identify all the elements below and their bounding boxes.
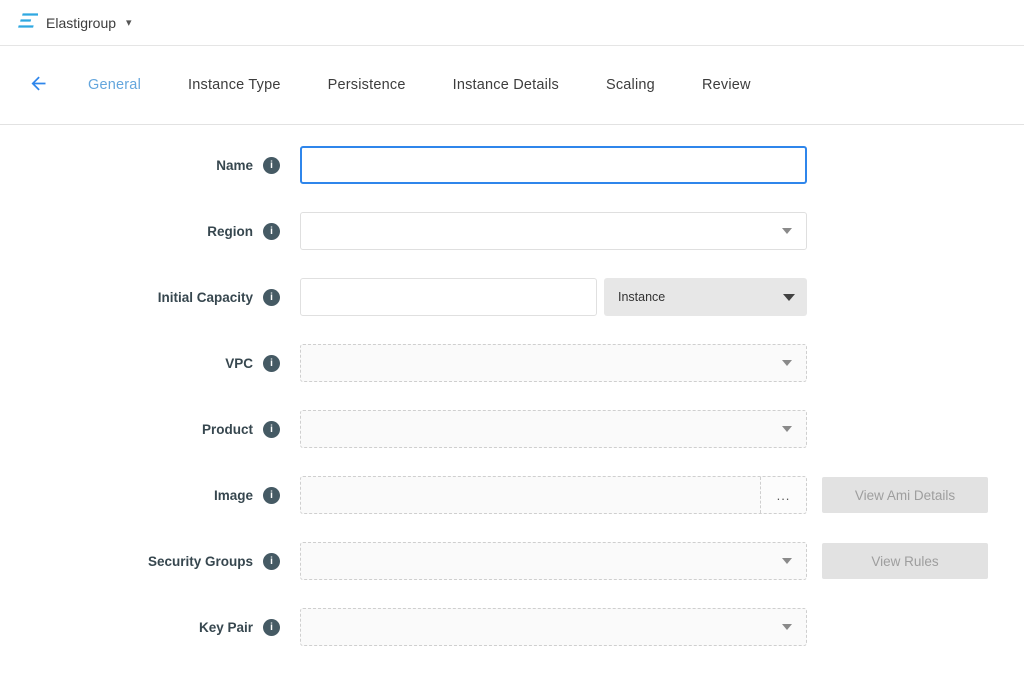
chevron-down-icon: ▾	[126, 16, 132, 29]
image-browse-button: ...	[760, 477, 806, 513]
elastigroup-logo-icon	[16, 12, 38, 34]
vpc-label: VPC	[225, 356, 253, 371]
image-label: Image	[214, 488, 253, 503]
info-icon[interactable]: i	[263, 619, 280, 636]
chevron-down-icon	[783, 294, 795, 301]
form-row-region: Region i	[0, 211, 1024, 251]
initial-capacity-input[interactable]	[300, 278, 597, 316]
form-row-security-groups: Security Groups i View Rules	[0, 541, 1024, 581]
info-icon[interactable]: i	[263, 355, 280, 372]
back-arrow-icon	[28, 73, 49, 97]
tab-scaling[interactable]: Scaling	[606, 77, 655, 93]
chevron-down-icon	[782, 360, 792, 366]
wizard-tabs: General Instance Type Persistence Instan…	[88, 77, 751, 93]
info-icon[interactable]: i	[263, 553, 280, 570]
chevron-down-icon	[782, 426, 792, 432]
info-icon[interactable]: i	[263, 421, 280, 438]
view-ami-details-button: View Ami Details	[822, 477, 988, 513]
capacity-unit-dropdown[interactable]: Instance	[604, 278, 807, 316]
form-row-name: Name i	[0, 145, 1024, 185]
key-pair-label: Key Pair	[199, 620, 253, 635]
info-icon[interactable]: i	[263, 157, 280, 174]
security-groups-dropdown	[300, 542, 807, 580]
general-form: Name i Region i Initial Capacity i Insta…	[0, 125, 1024, 647]
form-row-vpc: VPC i	[0, 343, 1024, 383]
app-switcher[interactable]: Elastigroup ▾	[16, 12, 132, 34]
vpc-dropdown	[300, 344, 807, 382]
tab-instance-details[interactable]: Instance Details	[453, 77, 559, 93]
app-header: Elastigroup ▾	[0, 0, 1024, 46]
chevron-down-icon	[782, 558, 792, 564]
region-dropdown[interactable]	[300, 212, 807, 250]
app-name: Elastigroup	[46, 15, 116, 31]
back-button[interactable]	[20, 67, 56, 103]
security-groups-label: Security Groups	[148, 554, 253, 569]
product-label: Product	[202, 422, 253, 437]
view-rules-button: View Rules	[822, 543, 988, 579]
tab-instance-type[interactable]: Instance Type	[188, 77, 281, 93]
capacity-unit-value: Instance	[618, 290, 665, 304]
name-label: Name	[216, 158, 253, 173]
tab-persistence[interactable]: Persistence	[328, 77, 406, 93]
form-row-image: Image i ... View Ami Details	[0, 475, 1024, 515]
image-input: ...	[300, 476, 807, 514]
product-dropdown	[300, 410, 807, 448]
initial-capacity-label: Initial Capacity	[158, 290, 253, 305]
chevron-down-icon	[782, 624, 792, 630]
tab-general[interactable]: General	[88, 77, 141, 93]
region-label: Region	[207, 224, 253, 239]
form-row-key-pair: Key Pair i	[0, 607, 1024, 647]
info-icon[interactable]: i	[263, 289, 280, 306]
info-icon[interactable]: i	[263, 223, 280, 240]
chevron-down-icon	[782, 228, 792, 234]
name-input[interactable]	[300, 146, 807, 184]
form-row-initial-capacity: Initial Capacity i Instance	[0, 277, 1024, 317]
key-pair-dropdown	[300, 608, 807, 646]
tab-review[interactable]: Review	[702, 77, 751, 93]
info-icon[interactable]: i	[263, 487, 280, 504]
form-row-product: Product i	[0, 409, 1024, 449]
wizard-tabbar: General Instance Type Persistence Instan…	[0, 46, 1024, 125]
